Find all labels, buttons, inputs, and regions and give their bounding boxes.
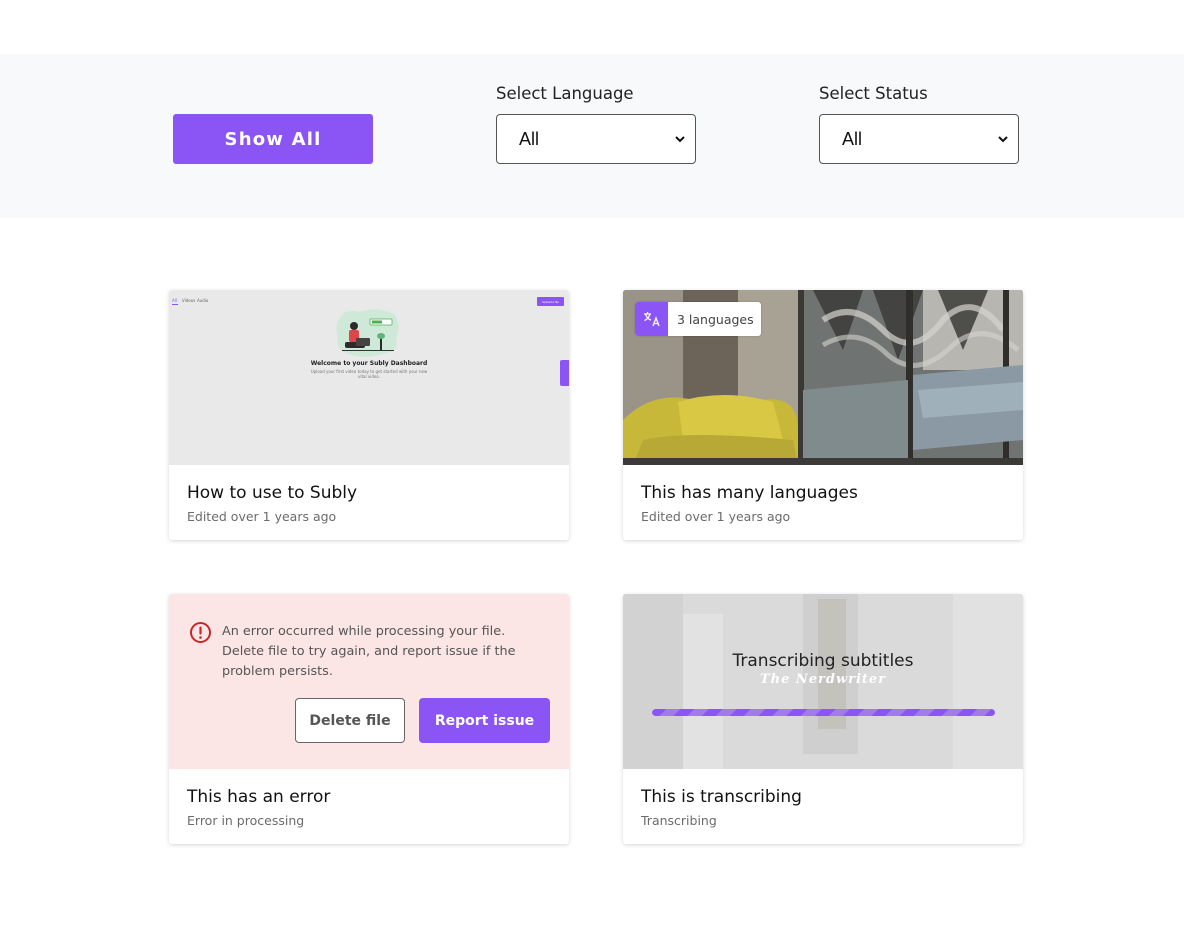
video-watermark: The Nerdwriter — [759, 672, 887, 687]
chevron-down-icon — [998, 136, 1008, 143]
report-issue-button[interactable]: Report issue — [419, 698, 550, 743]
card-subtitle: Transcribing — [641, 813, 717, 828]
preview-tab-audio: Audio — [197, 298, 209, 303]
card-subtitle: Edited over 1 years ago — [187, 509, 337, 524]
status-filter: Select Status All — [819, 83, 1019, 164]
transcribing-overlay-text: Transcribing subtitles — [732, 651, 914, 671]
status-filter-label: Select Status — [819, 84, 928, 103]
preview-tab-videos: Videos — [182, 298, 196, 303]
preview-tab-underline — [172, 304, 178, 305]
preview-welcome-text: Welcome to your Subly Dashboard — [310, 360, 428, 367]
error-message: An error occurred while processing your … — [222, 624, 516, 679]
delete-file-button[interactable]: Delete file — [295, 698, 405, 743]
card-title: This has an error — [187, 787, 331, 807]
media-card[interactable]: An error occurred while processing your … — [169, 594, 569, 844]
language-filter-label: Select Language — [496, 84, 634, 103]
show-all-button[interactable]: Show All — [173, 114, 373, 164]
card-title: This is transcribing — [641, 787, 802, 807]
person-laptop-illustration — [336, 309, 399, 357]
media-card[interactable]: All Videos Audio Upload a file Welcome t… — [169, 290, 569, 540]
status-select-value: All — [842, 128, 863, 149]
card-thumbnail: All Videos Audio Upload a file Welcome t… — [169, 290, 569, 465]
media-card[interactable]: 3 languages This has many languages Edit… — [623, 290, 1023, 540]
alert-circle-icon — [190, 622, 211, 643]
card-thumbnail: Transcribing subtitles The Nerdwriter — [623, 594, 1023, 769]
preview-upload-button: Upload a file — [537, 297, 564, 306]
media-card[interactable]: Transcribing subtitles The Nerdwriter Th… — [623, 594, 1023, 844]
preview-feedback-tab — [560, 360, 569, 386]
card-subtitle: Error in processing — [187, 813, 305, 828]
language-filter: Select Language All — [496, 83, 696, 164]
preview-tab-all: All — [172, 298, 177, 303]
languages-badge: 3 languages — [635, 302, 761, 336]
chevron-down-icon — [675, 136, 685, 143]
languages-count: 3 languages — [677, 311, 754, 327]
transcribing-progress-bar — [652, 709, 995, 716]
preview-description: Upload your first video today to get sta… — [310, 369, 428, 379]
translate-icon — [635, 302, 668, 336]
card-title: How to use to Subly — [187, 483, 358, 503]
card-thumbnail: 3 languages — [623, 290, 1023, 465]
language-select[interactable]: All — [496, 114, 696, 164]
language-select-value: All — [519, 128, 540, 149]
progress-fill — [652, 709, 995, 716]
error-panel: An error occurred while processing your … — [169, 594, 569, 769]
card-subtitle: Edited over 1 years ago — [641, 509, 791, 524]
status-select[interactable]: All — [819, 114, 1019, 164]
card-title: This has many languages — [641, 483, 858, 503]
